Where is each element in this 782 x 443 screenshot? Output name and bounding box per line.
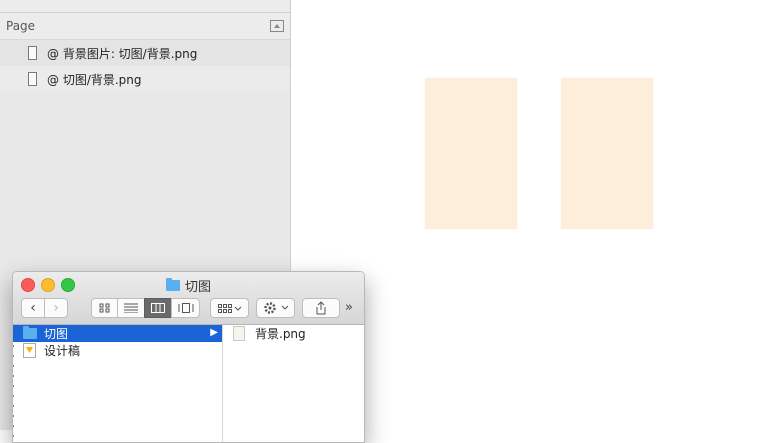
window-title: 切图 bbox=[13, 276, 364, 295]
window-title-text: 切图 bbox=[184, 280, 211, 295]
gear-icon bbox=[263, 302, 288, 314]
list-icon bbox=[124, 303, 138, 313]
forward-button[interactable]: › bbox=[44, 298, 68, 318]
arrange-button[interactable] bbox=[210, 298, 249, 318]
layer-row[interactable]: @ 切图/背景.png bbox=[0, 66, 290, 92]
page-section-title: Page bbox=[6, 19, 36, 33]
sketch-file-icon bbox=[23, 343, 36, 358]
cover-flow-icon bbox=[178, 303, 193, 313]
back-label: ‹ bbox=[30, 300, 36, 316]
page-icon bbox=[28, 46, 37, 60]
list-item[interactable]: 切图 ▶ bbox=[13, 325, 222, 342]
finder-window: 切图 ‹ › » 切图 ▶ 设计稿 背景.png bbox=[12, 271, 365, 443]
sidebar-top-strip bbox=[0, 0, 290, 13]
page-section-header[interactable]: Page bbox=[0, 13, 290, 40]
artboard[interactable] bbox=[425, 78, 517, 229]
list-item[interactable]: 背景.png bbox=[223, 325, 364, 342]
page-icon bbox=[28, 72, 37, 86]
item-label: 背景.png bbox=[255, 327, 306, 341]
forward-label: › bbox=[53, 300, 59, 316]
folder-icon bbox=[23, 326, 37, 339]
collapse-icon[interactable] bbox=[270, 20, 284, 32]
layer-row[interactable]: @ 背景图片: 切图/背景.png bbox=[0, 40, 290, 66]
grid-icon bbox=[99, 303, 109, 313]
layer-label: @ 背景图片: 切图/背景.png bbox=[47, 46, 198, 61]
arrange-icon bbox=[217, 304, 241, 313]
artboard[interactable] bbox=[561, 78, 653, 229]
action-button[interactable] bbox=[256, 298, 295, 318]
list-view-button[interactable] bbox=[117, 298, 145, 318]
layer-label: @ 切图/背景.png bbox=[47, 72, 142, 87]
back-button[interactable]: ‹ bbox=[21, 298, 45, 318]
finder-titlebar[interactable]: 切图 ‹ › » bbox=[13, 272, 364, 325]
share-button[interactable] bbox=[302, 298, 340, 318]
finder-column-2[interactable]: 背景.png bbox=[223, 325, 364, 442]
column-view-button[interactable] bbox=[144, 298, 172, 318]
more-toolbar-button[interactable]: » bbox=[345, 300, 353, 315]
cover-flow-button[interactable] bbox=[171, 298, 200, 318]
item-label: 切图 bbox=[44, 327, 69, 341]
finder-column-1[interactable]: 切图 ▶ 设计稿 bbox=[13, 325, 223, 442]
list-item[interactable]: 设计稿 bbox=[13, 342, 222, 359]
icon-view-button[interactable] bbox=[91, 298, 118, 318]
folder-icon bbox=[165, 278, 180, 291]
disclosure-arrow-icon: ▶ bbox=[210, 327, 218, 338]
share-icon bbox=[316, 301, 326, 315]
png-file-icon bbox=[233, 326, 245, 341]
columns-icon bbox=[151, 303, 165, 313]
item-label: 设计稿 bbox=[44, 344, 81, 358]
